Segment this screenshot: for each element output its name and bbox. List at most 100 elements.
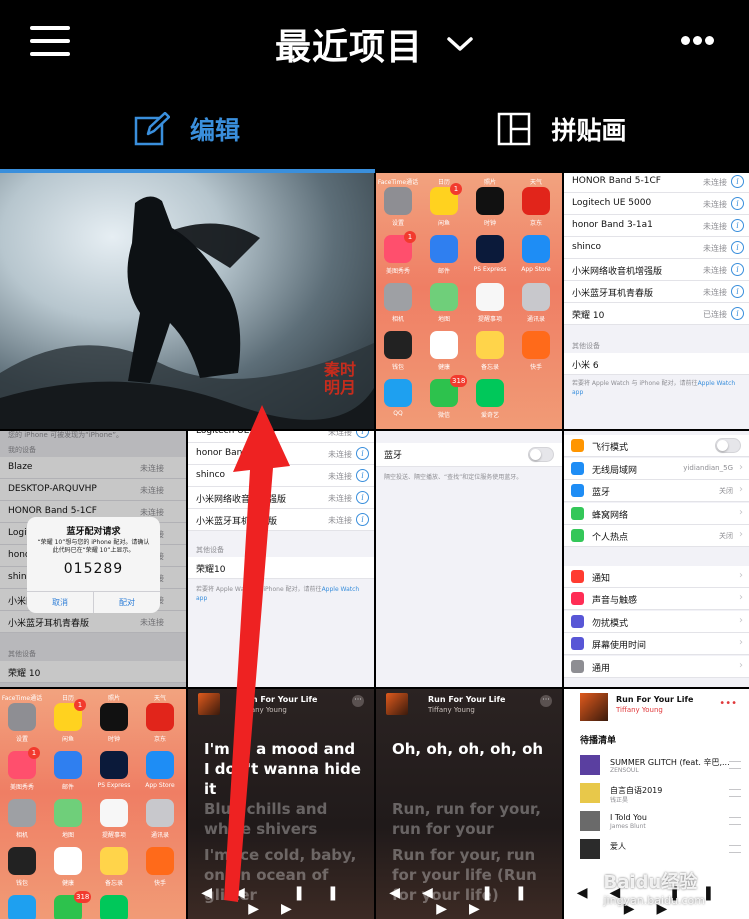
drag-handle-icon[interactable]: [729, 761, 741, 769]
device-row[interactable]: 荣耀 10 已连接 i: [564, 303, 749, 325]
app-icon[interactable]: [54, 847, 82, 875]
app-icon[interactable]: [100, 847, 128, 875]
info-icon[interactable]: i: [356, 491, 369, 504]
info-icon[interactable]: i: [356, 513, 369, 526]
settings-row[interactable]: 蓝牙 关闭 ›: [564, 480, 749, 502]
info-icon[interactable]: i: [731, 307, 744, 320]
pair-button[interactable]: 配对: [93, 592, 160, 613]
device-row[interactable]: Logitech UE 5000 未连接 i: [188, 431, 374, 443]
queue-item[interactable]: 自言自语2019 钱正昊: [580, 783, 745, 807]
settings-row[interactable]: 勿扰模式 ›: [564, 610, 749, 633]
app-icon[interactable]: [8, 847, 36, 875]
chevron-down-icon[interactable]: [446, 34, 474, 54]
tab-edit[interactable]: 编辑: [0, 88, 374, 170]
info-icon[interactable]: i: [731, 285, 744, 298]
app-icon[interactable]: [430, 331, 458, 359]
app-icon[interactable]: [54, 751, 82, 779]
info-icon[interactable]: i: [731, 241, 744, 254]
title-dropdown[interactable]: 最近项目: [0, 18, 749, 70]
app-icon[interactable]: [476, 187, 504, 215]
app-icon[interactable]: [430, 235, 458, 263]
queue-item[interactable]: SUMMER GLITCH (feat. 辛巴,... ZENSOUL: [580, 755, 745, 779]
photo-thumbnail-pairing[interactable]: 您的 iPhone 可被发现为“iPhone”。 我的设备 Blaze 未连接 DESK…: [0, 431, 186, 687]
app-icon[interactable]: [522, 187, 550, 215]
device-row[interactable]: Logitech UE 5000 未连接 i: [564, 193, 749, 215]
settings-row[interactable]: 声音与触感 ›: [564, 588, 749, 610]
device-row[interactable]: shinco 未连接 i: [188, 465, 374, 487]
app-icon[interactable]: [8, 703, 36, 731]
settings-row[interactable]: 通用 ›: [564, 655, 749, 678]
app-icon[interactable]: [146, 703, 174, 731]
more-icon[interactable]: ···: [540, 695, 552, 707]
app-icon[interactable]: [100, 799, 128, 827]
app-icon[interactable]: [146, 751, 174, 779]
app-icon[interactable]: [522, 331, 550, 359]
app-icon[interactable]: [384, 187, 412, 215]
app-icon[interactable]: [476, 235, 504, 263]
cancel-button[interactable]: 取消: [27, 592, 93, 613]
device-row[interactable]: 小米蓝牙耳机青春版 未连接 i: [188, 509, 374, 531]
photo-thumbnail-bluetooth-toggle[interactable]: 蓝牙 隔空投送、隔空播放、“查找”和定位服务使用蓝牙。: [376, 431, 562, 687]
info-icon[interactable]: i: [356, 447, 369, 460]
info-icon[interactable]: i: [356, 469, 369, 482]
app-icon[interactable]: [54, 799, 82, 827]
photo-thumbnail-lyrics[interactable]: Run For Your Life Tiffany Young ··· I'm in …: [188, 689, 374, 919]
device-row[interactable]: honor Band 3-1a1 未连接 i: [564, 215, 749, 237]
app-icon[interactable]: [146, 799, 174, 827]
more-icon[interactable]: ···: [352, 695, 364, 707]
settings-row[interactable]: 无线局域网 yidiandian_5G ›: [564, 457, 749, 480]
info-icon[interactable]: i: [356, 431, 369, 438]
photo-thumbnail-homescreen[interactable]: FaceTime通话 日历 照片 天气 设置 闲鱼 1 时钟 京东 美图秀秀 1 邮件 PS Expre…: [376, 173, 562, 429]
info-icon[interactable]: i: [731, 219, 744, 232]
app-icon[interactable]: [100, 895, 128, 919]
airplane-toggle[interactable]: [715, 438, 741, 453]
info-icon[interactable]: i: [731, 175, 744, 188]
app-icon[interactable]: [8, 799, 36, 827]
app-icon[interactable]: [146, 847, 174, 875]
playback-controls[interactable]: ◀◀ ❚❚ ▶▶: [376, 885, 562, 917]
photo-thumbnail-lyrics-2[interactable]: Run For Your Life Tiffany Young ··· Oh, oh,…: [376, 689, 562, 919]
device-row[interactable]: HONOR Band 5-1CF 未连接 i: [564, 173, 749, 193]
drag-handle-icon[interactable]: [729, 789, 741, 797]
more-icon[interactable]: •••: [719, 698, 737, 709]
settings-row[interactable]: 飞行模式: [564, 435, 749, 457]
device-row[interactable]: 小米网络收音机增强版 未连接 i: [564, 259, 749, 281]
app-icon[interactable]: [476, 331, 504, 359]
info-icon[interactable]: i: [731, 197, 744, 210]
app-icon[interactable]: [100, 703, 128, 731]
device-row[interactable]: 小米蓝牙耳机青春版 未连接 i: [564, 281, 749, 303]
more-icon[interactable]: [681, 36, 715, 46]
queue-item[interactable]: 爱人: [580, 839, 745, 863]
info-icon[interactable]: i: [731, 263, 744, 276]
playback-controls[interactable]: ◀◀ ❚❚ ▶▶: [188, 885, 374, 917]
app-icon[interactable]: [384, 331, 412, 359]
app-icon[interactable]: [100, 751, 128, 779]
tab-collage[interactable]: 拼贴画: [375, 88, 749, 170]
photo-thumbnail-homescreen-2[interactable]: FaceTime通话 日历 照片 天气 设置 闲鱼 1 时钟 京东 美图秀秀 1 邮件 PS Expre…: [0, 689, 186, 919]
device-row[interactable]: honor Band 3-1a1 未连接 i: [188, 443, 374, 465]
device-row[interactable]: 小米网络收音机增强版 未连接 i: [188, 487, 374, 509]
other-device-row[interactable]: 荣耀10: [188, 557, 374, 579]
settings-row[interactable]: 通知 ›: [564, 565, 749, 588]
other-device-row[interactable]: 小米 6: [564, 353, 749, 375]
app-icon[interactable]: [384, 379, 412, 407]
photo-thumbnail-settings[interactable]: 飞行模式 无线局域网 yidiandian_5G › 蓝牙 关闭 › 蜂窝网络 › 个人热点 关闭 ›…: [564, 431, 749, 687]
app-icon[interactable]: [8, 895, 36, 919]
drag-handle-icon[interactable]: [729, 845, 741, 853]
app-icon[interactable]: [522, 235, 550, 263]
app-icon[interactable]: [430, 283, 458, 311]
app-icon[interactable]: [384, 283, 412, 311]
app-icon[interactable]: [476, 379, 504, 407]
settings-row[interactable]: 个人热点 关闭 ›: [564, 525, 749, 547]
app-icon[interactable]: [522, 283, 550, 311]
photo-thumbnail-bluetooth-list[interactable]: HONOR Band 5-1CF 未连接 i Logitech UE 5000 未连接 i…: [564, 173, 749, 429]
drag-handle-icon[interactable]: [729, 817, 741, 825]
app-icon[interactable]: [476, 283, 504, 311]
queue-item[interactable]: I Told You James Blunt: [580, 811, 745, 835]
settings-row[interactable]: 屏幕使用时间 ›: [564, 633, 749, 655]
settings-row[interactable]: 蜂窝网络 ›: [564, 502, 749, 525]
device-row[interactable]: shinco 未连接 i: [564, 237, 749, 259]
photo-thumbnail-bluetooth-list-2[interactable]: Logitech UE 5000 未连接 i honor Band 3-1a1 未连接 i…: [188, 431, 374, 687]
page-title[interactable]: 最近项目: [275, 18, 423, 70]
photo-thumbnail-painting[interactable]: 秦时明月: [0, 173, 374, 429]
